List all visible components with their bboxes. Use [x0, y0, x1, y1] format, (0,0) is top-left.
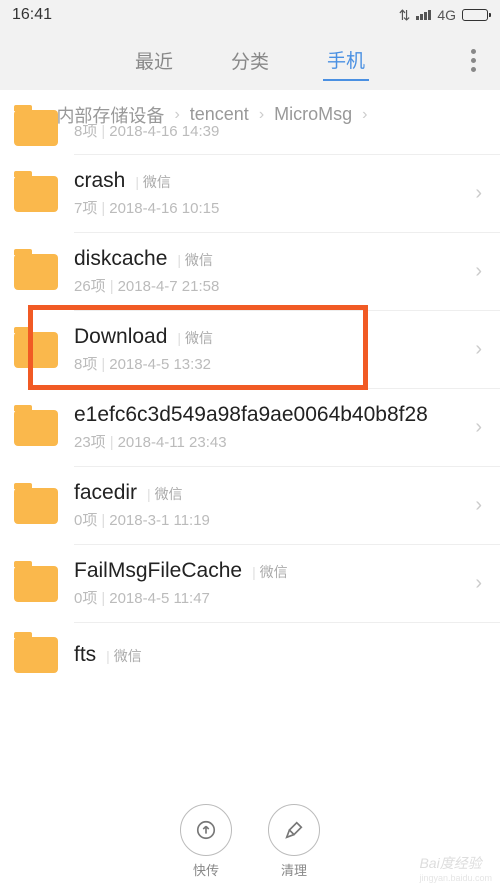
folder-icon	[14, 176, 58, 212]
file-info: diskcache 微信 26项|2018-4-7 21:58	[74, 247, 459, 296]
file-item[interactable]: Download 微信 8项|2018-4-5 13:32 ›	[0, 311, 500, 388]
chevron-right-icon: ›	[475, 338, 482, 361]
file-name: facedir	[74, 481, 137, 505]
tab-category[interactable]: 分类	[227, 41, 273, 80]
file-name: diskcache	[74, 247, 167, 271]
file-meta: 23项|2018-4-11 23:43	[74, 431, 459, 452]
chevron-right-icon: ›	[475, 416, 482, 439]
file-info: e1efc6c3d549a98fa9ae0064b40b8f28 23项|2018…	[74, 403, 459, 452]
file-info: 8项|2018-4-16 14:39	[74, 116, 482, 141]
folder-icon	[14, 410, 58, 446]
network-label: 4G	[437, 7, 456, 23]
file-name: fts	[74, 643, 96, 667]
folder-icon	[14, 637, 58, 673]
file-meta: 8项|2018-4-16 14:39	[74, 120, 482, 141]
folder-icon	[14, 488, 58, 524]
fab-transfer-label: 快传	[193, 860, 219, 879]
file-tag: 微信	[147, 484, 183, 504]
file-tag: 微信	[135, 172, 171, 192]
file-meta: 0项|2018-3-1 11:19	[74, 509, 459, 530]
transfer-icon	[180, 804, 232, 856]
file-item[interactable]: e1efc6c3d549a98fa9ae0064b40b8f28 23项|2018…	[0, 389, 500, 466]
file-meta: 7项|2018-4-16 10:15	[74, 197, 459, 218]
status-bar: 16:41 ⇅ 4G	[0, 0, 500, 30]
fab-clean-label: 清理	[281, 860, 307, 879]
folder-icon	[14, 566, 58, 602]
file-meta: 0项|2018-4-5 11:47	[74, 587, 459, 608]
file-item[interactable]: facedir 微信 0项|2018-3-1 11:19 ›	[0, 467, 500, 544]
chevron-right-icon: ›	[475, 182, 482, 205]
watermark: Bai度经验 jingyan.baidu.com	[419, 853, 492, 883]
file-tag: 微信	[177, 328, 213, 348]
data-arrows-icon: ⇅	[399, 7, 411, 24]
tab-phone[interactable]: 手机	[323, 40, 369, 81]
file-info: FailMsgFileCache 微信 0项|2018-4-5 11:47	[74, 559, 459, 608]
tab-bar: 最近 分类 手机	[0, 30, 500, 90]
file-tag: 微信	[177, 250, 213, 270]
file-info: fts 微信	[74, 643, 482, 667]
battery-icon	[462, 9, 488, 21]
folder-icon	[14, 110, 58, 146]
chevron-right-icon: ›	[475, 494, 482, 517]
chevron-right-icon: ›	[475, 572, 482, 595]
file-tag: 微信	[106, 646, 142, 666]
status-time: 16:41	[12, 6, 399, 24]
file-item[interactable]: FailMsgFileCache 微信 0项|2018-4-5 11:47 ›	[0, 545, 500, 622]
file-list: 8项|2018-4-16 14:39 crash 微信 7项|2018-4-16 10…	[0, 110, 500, 673]
file-item[interactable]: crash 微信 7项|2018-4-16 10:15 ›	[0, 155, 500, 232]
file-name: e1efc6c3d549a98fa9ae0064b40b8f28	[74, 403, 428, 427]
more-menu-icon[interactable]	[471, 49, 476, 72]
file-name: Download	[74, 325, 167, 349]
file-name: FailMsgFileCache	[74, 559, 242, 583]
file-item[interactable]: fts 微信	[0, 623, 500, 673]
file-item[interactable]: diskcache 微信 26项|2018-4-7 21:58 ›	[0, 233, 500, 310]
fab-clean[interactable]: 清理	[268, 804, 320, 879]
tab-recent[interactable]: 最近	[131, 41, 177, 80]
file-tag: 微信	[252, 562, 288, 582]
folder-icon	[14, 332, 58, 368]
file-name: crash	[74, 169, 125, 193]
file-item[interactable]: 8项|2018-4-16 14:39	[0, 110, 500, 154]
file-info: facedir 微信 0项|2018-3-1 11:19	[74, 481, 459, 530]
fab-transfer[interactable]: 快传	[180, 804, 232, 879]
chevron-right-icon: ›	[475, 260, 482, 283]
file-meta: 26项|2018-4-7 21:58	[74, 275, 459, 296]
file-info: Download 微信 8项|2018-4-5 13:32	[74, 325, 459, 374]
signal-icon	[416, 10, 431, 20]
folder-icon	[14, 254, 58, 290]
file-info: crash 微信 7项|2018-4-16 10:15	[74, 169, 459, 218]
broom-icon	[268, 804, 320, 856]
file-meta: 8项|2018-4-5 13:32	[74, 353, 459, 374]
